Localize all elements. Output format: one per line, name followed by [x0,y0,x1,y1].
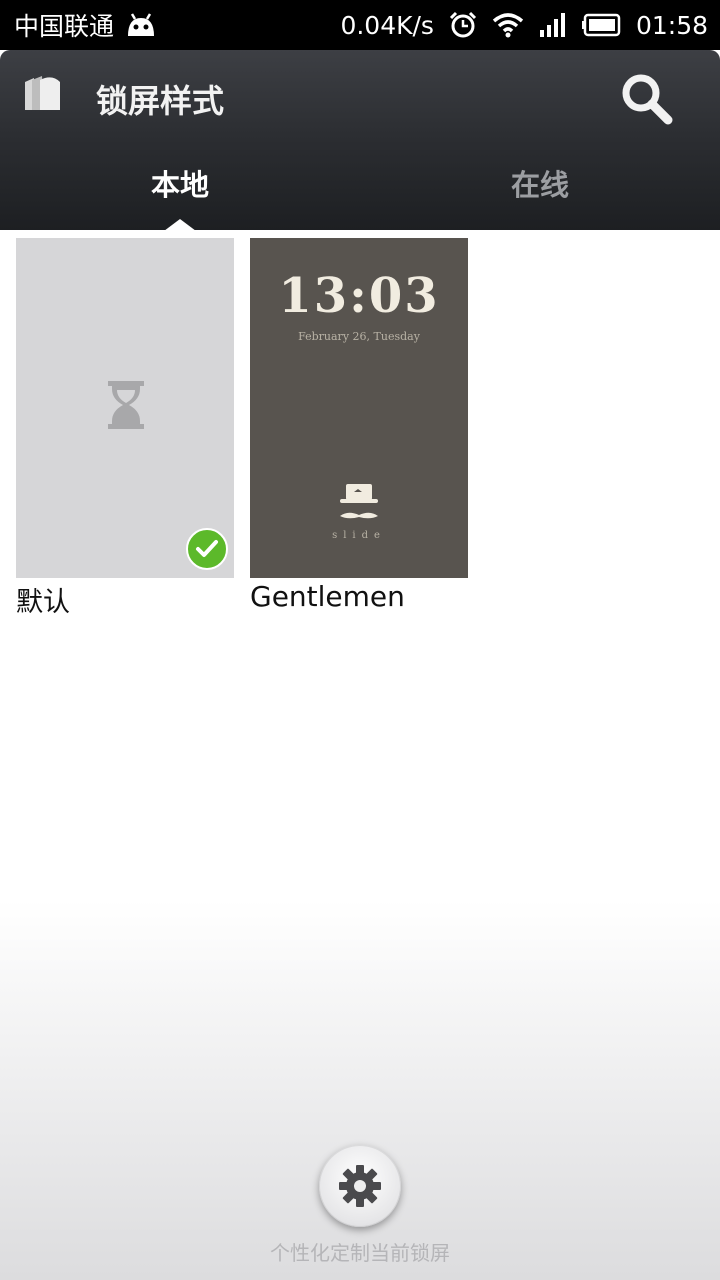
signal-icon [539,13,565,37]
tab-indicator [164,219,196,231]
search-icon[interactable] [618,70,674,126]
alarm-icon [449,11,477,38]
android-icon [128,13,155,36]
preview-slide-hint: slide [332,530,386,541]
tab-online-label: 在线 [510,168,569,202]
lockscreen-thumb-default[interactable] [16,238,234,578]
page-title: 锁屏样式 [96,82,225,120]
item-label-gentlemen: Gentlemen [250,580,405,613]
clock: 01:58 [635,10,708,40]
settings-caption: 个性化定制当前锁屏 [270,1241,450,1265]
carrier-name: 中国联通 [14,12,115,41]
customize-settings-button[interactable] [319,1145,401,1227]
item-label-default: 默认 [16,587,70,618]
tab-local[interactable]: 本地 [0,140,360,231]
gear-icon [339,1165,381,1207]
action-bar: 锁屏样式 [0,50,720,140]
tab-bar: 本地 在线 [0,140,720,231]
lockscreen-thumb-gentlemen[interactable]: 13:03 February 26, Tuesday slide [250,238,468,578]
preview-date: February 26, Tuesday [298,330,420,343]
tab-online[interactable]: 在线 [360,140,720,230]
hourglass-icon [108,381,144,429]
wifi-icon [492,13,524,38]
battery-icon [581,13,621,37]
tab-local-label: 本地 [150,168,209,202]
hat-mustache-icon [340,484,378,519]
preview-time: 13:03 [278,268,440,324]
theme-app-icon[interactable] [22,74,64,114]
net-speed: 0.04K/s [340,10,434,40]
status-bar: 中国联通 0.04K/s 01:58 [0,0,720,50]
selected-check-icon [186,528,228,570]
